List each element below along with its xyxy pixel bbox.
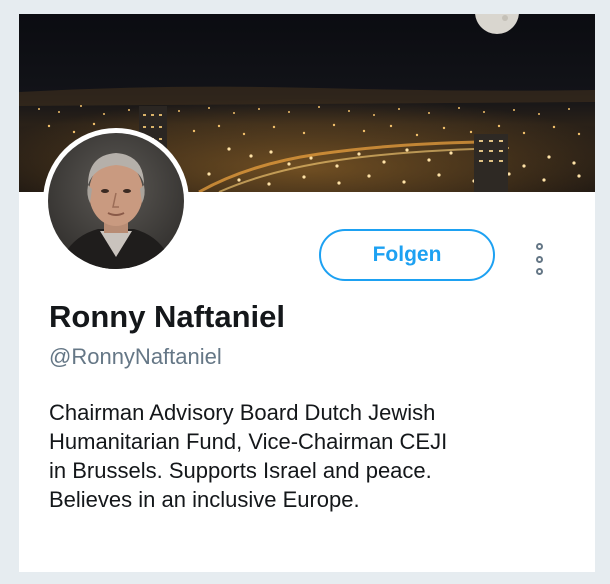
bio-line: Believes in an inclusive Europe. xyxy=(49,487,360,512)
bio-line: in Brussels. Supports Israel and peace. xyxy=(49,458,432,483)
more-dot xyxy=(535,268,543,275)
more-dot xyxy=(535,243,543,250)
bio-line: Humanitarian Fund, Vice-Chairman CEJI xyxy=(49,429,448,454)
more-dot xyxy=(535,255,543,263)
profile-handle[interactable]: @RonnyNaftaniel xyxy=(49,344,222,370)
profile-name: Ronny Naftaniel xyxy=(49,299,285,334)
profile-bio: Chairman Advisory Board Dutch Jewish Hum… xyxy=(49,398,579,514)
follow-button[interactable]: Folgen xyxy=(319,229,495,281)
more-options-icon[interactable] xyxy=(528,243,550,275)
profile-card: Folgen Ronny Naftaniel @RonnyNaftaniel C… xyxy=(19,14,595,572)
bio-line: Chairman Advisory Board Dutch Jewish xyxy=(49,400,436,425)
avatar[interactable] xyxy=(43,128,189,274)
